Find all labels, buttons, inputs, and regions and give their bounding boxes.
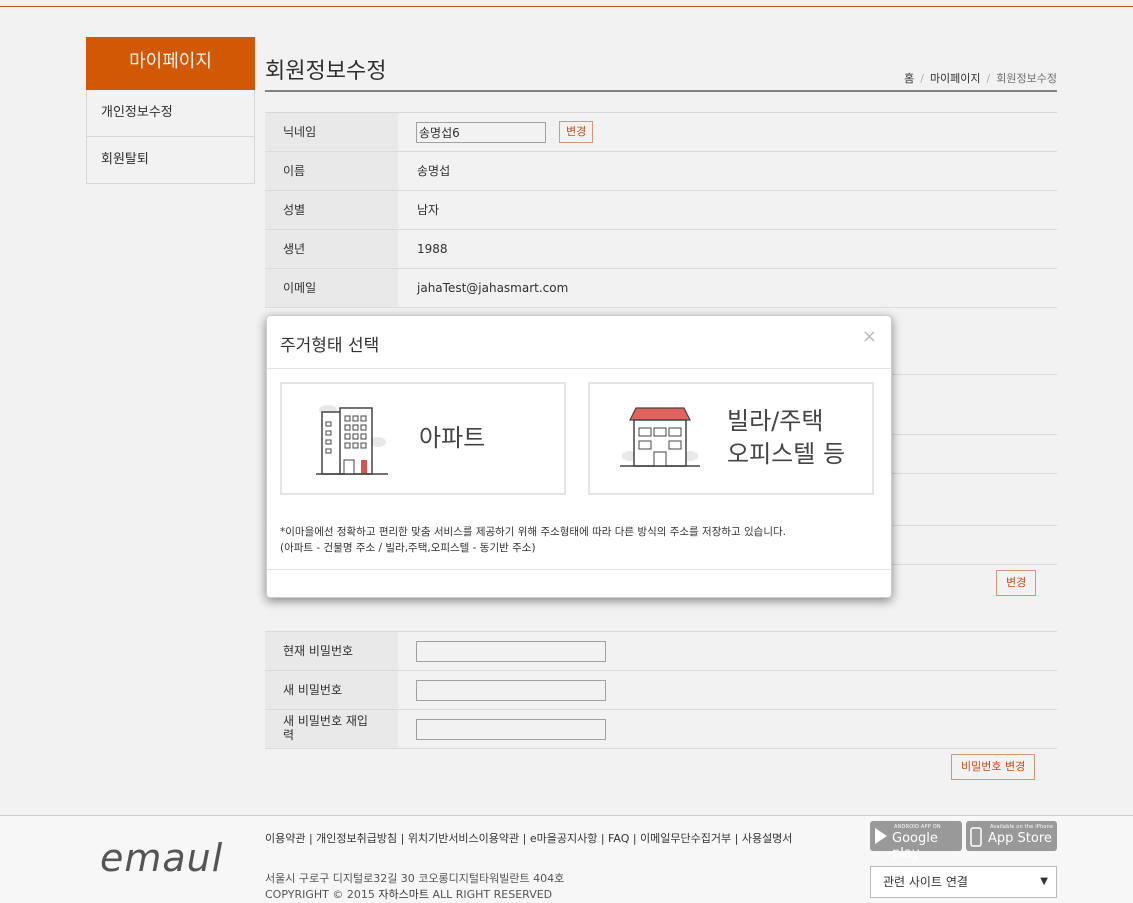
villa-option-button[interactable]: 빌라/주택 오피스텔 등: [588, 382, 874, 495]
modal-footer-divider: [267, 569, 891, 570]
footer-copyright: COPYRIGHT © 2015 자하스마트 ALL RIGHT RESERVE…: [265, 887, 564, 903]
google-play-button[interactable]: ANDROID APP ON Google play: [870, 821, 962, 861]
copyright-suffix: ALL RIGHT RESERVED: [428, 888, 553, 901]
app-store-button[interactable]: Available on the iPhone App Store: [966, 821, 1057, 851]
related-sites-value: 관련 사이트 연결: [883, 875, 968, 889]
modal-note-line1: *이마을에선 정확하고 편리한 맞춤 서비스를 제공하기 위해 주소형태에 따라…: [280, 526, 786, 538]
footer-address-block: 서울시 구로구 디지털로32길 30 코오롱디지털타워빌란트 404호 COPY…: [265, 871, 564, 903]
apartment-building-icon: [316, 405, 388, 475]
modal-note: *이마을에선 정확하고 편리한 맞춤 서비스를 제공하기 위해 주소형태에 따라…: [280, 524, 786, 556]
footer: emaul 이용약관 | 개인정보취급방침 | 위치기반서비스이용약관 | e마…: [0, 815, 1133, 903]
google-play-label: Google play: [892, 831, 938, 861]
app-store-label: App Store: [988, 831, 1052, 846]
apartment-option-button[interactable]: 아파트: [280, 382, 566, 495]
footer-address: 서울시 구로구 디지털로32길 30 코오롱디지털타워빌란트 404호: [265, 872, 565, 885]
housing-type-modal: 주거형태 선택 × 아파트 빌라/주택 오피스텔 등 *이마을에선 정확하고 편…: [266, 315, 892, 598]
modal-note-line2: (아파트 - 건물명 주소 / 빌라,주택,오피스텔 - 동기반 주소): [280, 542, 536, 554]
villa-option-label-line2: 오피스텔 등: [727, 440, 846, 468]
page: 마이페이지 개인정보수정 회원탈퇴 회원정보수정 홈 / 마이페이지 / 회원정보수정 …: [0, 0, 1133, 903]
footer-links[interactable]: 이용약관 | 개인정보취급방침 | 위치기반서비스이용약관 | e마을공지사항 …: [265, 830, 792, 846]
modal-header-divider: [267, 368, 891, 369]
iphone-icon: [970, 827, 982, 847]
apartment-option-label: 아파트: [419, 424, 486, 452]
emaul-logo[interactable]: emaul: [100, 836, 223, 880]
related-sites-select[interactable]: 관련 사이트 연결 ▼: [870, 866, 1057, 898]
modal-title: 주거형태 선택: [280, 336, 380, 356]
villa-house-icon: [620, 407, 700, 467]
villa-option-label: 빌라/주택 오피스텔 등: [727, 405, 845, 471]
app-store-caption: Available on the iPhone: [990, 824, 1054, 830]
close-icon[interactable]: ×: [862, 327, 877, 347]
google-play-icon: [875, 828, 887, 844]
copyright-prefix: COPYRIGHT © 2015: [265, 888, 379, 901]
copyright-company: 자하스마트: [378, 888, 429, 901]
villa-option-label-line1: 빌라/주택: [727, 407, 824, 435]
google-play-caption: ANDROID APP ON: [894, 824, 941, 830]
chevron-down-icon: ▼: [1040, 876, 1048, 887]
